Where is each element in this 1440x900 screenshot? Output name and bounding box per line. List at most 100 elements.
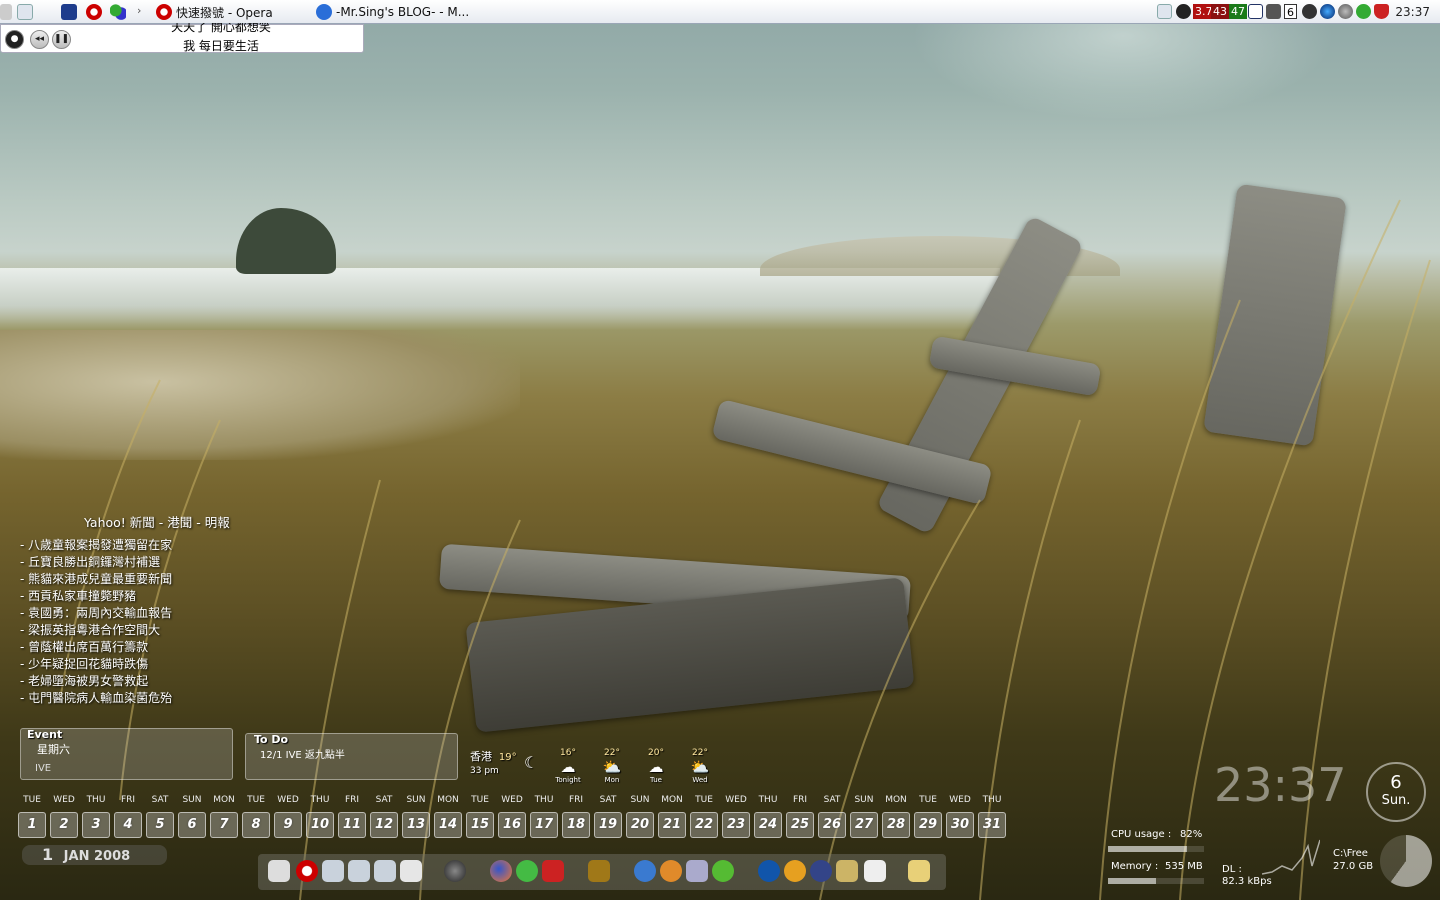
- weather-city: 香港: [470, 750, 492, 763]
- forecast-tonight[interactable]: 16° ☁ Tonight: [548, 748, 588, 784]
- calendar-date[interactable]: 10: [306, 812, 334, 838]
- calendar-date[interactable]: 3: [82, 812, 110, 838]
- start-icon[interactable]: [0, 4, 12, 20]
- forecast-mon[interactable]: 22° ⛅ Mon: [592, 748, 632, 784]
- collapse-tray-icon[interactable]: [1157, 4, 1172, 19]
- news-item[interactable]: - 熊貓來港成兒童最重要新聞: [20, 571, 280, 588]
- calendar-date[interactable]: 11: [338, 812, 366, 838]
- messenger-icon[interactable]: [110, 4, 126, 20]
- task-ie-blog[interactable]: -Mr.Sing's BLOG- - M...: [316, 3, 469, 21]
- news-title[interactable]: Yahoo! 新聞 - 港聞 - 明報: [84, 512, 280, 531]
- media-logo-icon[interactable]: ●: [5, 30, 24, 49]
- calendar-date[interactable]: 29: [914, 812, 942, 838]
- calendar-date[interactable]: 2: [50, 812, 78, 838]
- calendar-date[interactable]: 24: [754, 812, 782, 838]
- calendar-date[interactable]: 5: [146, 812, 174, 838]
- calendar-date[interactable]: 26: [818, 812, 846, 838]
- drive-pie: [1380, 835, 1432, 887]
- green-leaf-icon[interactable]: [712, 860, 734, 882]
- folder-icon[interactable]: [374, 860, 396, 882]
- calendar-date[interactable]: 4: [114, 812, 142, 838]
- shield-icon[interactable]: [1374, 4, 1389, 19]
- network-icon[interactable]: [61, 4, 77, 20]
- calendar-date[interactable]: 9: [274, 812, 302, 838]
- recycle-bin-icon[interactable]: [400, 860, 422, 882]
- calendar-date[interactable]: 6: [178, 812, 206, 838]
- news-item[interactable]: - 梁振英指粵港合作空間大: [20, 622, 280, 639]
- calendar-date[interactable]: 23: [722, 812, 750, 838]
- calendar-date[interactable]: 17: [530, 812, 558, 838]
- opera-icon[interactable]: [86, 4, 102, 20]
- media-icon[interactable]: [1176, 4, 1191, 19]
- news-item[interactable]: - 丘寶良勝出銅鑼灣村補選: [20, 554, 280, 571]
- forecast-temp: 20°: [648, 748, 664, 758]
- calendar-date[interactable]: 15: [466, 812, 494, 838]
- todo-panel[interactable]: To Do 12/1 IVE 返九點半: [245, 733, 458, 780]
- calendar-date[interactable]: 7: [210, 812, 238, 838]
- calendar-date[interactable]: 31: [978, 812, 1006, 838]
- document-icon[interactable]: [864, 860, 886, 882]
- edit-icon[interactable]: [686, 860, 708, 882]
- calendar-date[interactable]: 25: [786, 812, 814, 838]
- cloud-sun-icon: ⛅: [690, 758, 710, 776]
- diamond-icon[interactable]: [1302, 4, 1317, 19]
- acrobat-icon[interactable]: [542, 860, 564, 882]
- messenger-icon[interactable]: [1356, 4, 1371, 19]
- news-item[interactable]: - 屯門醫院病人輸血染菌危殆: [20, 690, 280, 707]
- folder-icon[interactable]: [348, 860, 370, 882]
- green-app-icon[interactable]: [516, 860, 538, 882]
- news-item[interactable]: - 少年疑捉回花貓時跌傷: [20, 656, 280, 673]
- rss-icon[interactable]: [588, 860, 610, 882]
- vu-icon[interactable]: [758, 860, 780, 882]
- media-player-icon[interactable]: [444, 860, 466, 882]
- news-item[interactable]: - 西貢私家車撞斃野豬: [20, 588, 280, 605]
- calendar-date[interactable]: 22: [690, 812, 718, 838]
- task-opera[interactable]: 快速撥號 - Opera: [156, 3, 273, 21]
- news-item[interactable]: - 八歲童報案揭發遭獨留在家: [20, 537, 280, 554]
- sticky-note-icon[interactable]: [908, 860, 930, 882]
- calendar-date[interactable]: 28: [882, 812, 910, 838]
- calendar-date[interactable]: 12: [370, 812, 398, 838]
- firefox-icon[interactable]: [490, 860, 512, 882]
- rewind-icon[interactable]: ◂◂: [30, 30, 49, 49]
- show-desktop-icon[interactable]: [17, 4, 33, 20]
- folder-icon[interactable]: [322, 860, 344, 882]
- chevron-right-icon[interactable]: ›: [137, 4, 141, 17]
- calendar-date[interactable]: 8: [242, 812, 270, 838]
- notes-icon[interactable]: [268, 860, 290, 882]
- info-icon[interactable]: [784, 860, 806, 882]
- weather-now[interactable]: 香港 19° 33 pm ☾: [470, 748, 538, 776]
- calendar-date[interactable]: 18: [562, 812, 590, 838]
- calendar-date[interactable]: 21: [658, 812, 686, 838]
- event-panel[interactable]: Event 星期六 IVE: [20, 728, 233, 780]
- news-item[interactable]: - 曾蔭權出席百萬行籌款: [20, 639, 280, 656]
- news-item[interactable]: - 老婦墮海被男女警救起: [20, 673, 280, 690]
- calendar-date[interactable]: 14: [434, 812, 462, 838]
- calendar-date[interactable]: 20: [626, 812, 654, 838]
- anchor-icon[interactable]: [1248, 4, 1263, 19]
- blue-app-icon[interactable]: [810, 860, 832, 882]
- globe-icon[interactable]: [1338, 4, 1353, 19]
- calendar-date[interactable]: 16: [498, 812, 526, 838]
- opera-icon[interactable]: [296, 860, 318, 882]
- tray-badge-green[interactable]: 47: [1229, 4, 1247, 19]
- send-icon[interactable]: [836, 860, 858, 882]
- forecast-tue[interactable]: 20° ☁ Tue: [636, 748, 676, 784]
- taskbar-clock[interactable]: 23:37: [1395, 5, 1430, 19]
- pause-icon[interactable]: ❚❚: [52, 30, 71, 49]
- forecast-temp: 22°: [692, 748, 708, 758]
- camera-icon[interactable]: [1266, 4, 1281, 19]
- news-text: 梁振英指粵港合作空間大: [28, 623, 161, 637]
- calendar-date[interactable]: 19: [594, 812, 622, 838]
- messenger-icon[interactable]: [634, 860, 656, 882]
- calendar-date[interactable]: 13: [402, 812, 430, 838]
- forecast-wed[interactable]: 22° ⛅ Wed: [680, 748, 720, 784]
- calendar-date[interactable]: 30: [946, 812, 974, 838]
- news-item[interactable]: - 袁國勇：兩周內交輸血報告: [20, 605, 280, 622]
- calendar-date[interactable]: 1: [18, 812, 46, 838]
- globe-icon[interactable]: [1320, 4, 1335, 19]
- tray-badge-day[interactable]: 6: [1284, 4, 1297, 19]
- tray-badge-temp[interactable]: 43: [1211, 4, 1229, 19]
- orange-app-icon[interactable]: [660, 860, 682, 882]
- calendar-date[interactable]: 27: [850, 812, 878, 838]
